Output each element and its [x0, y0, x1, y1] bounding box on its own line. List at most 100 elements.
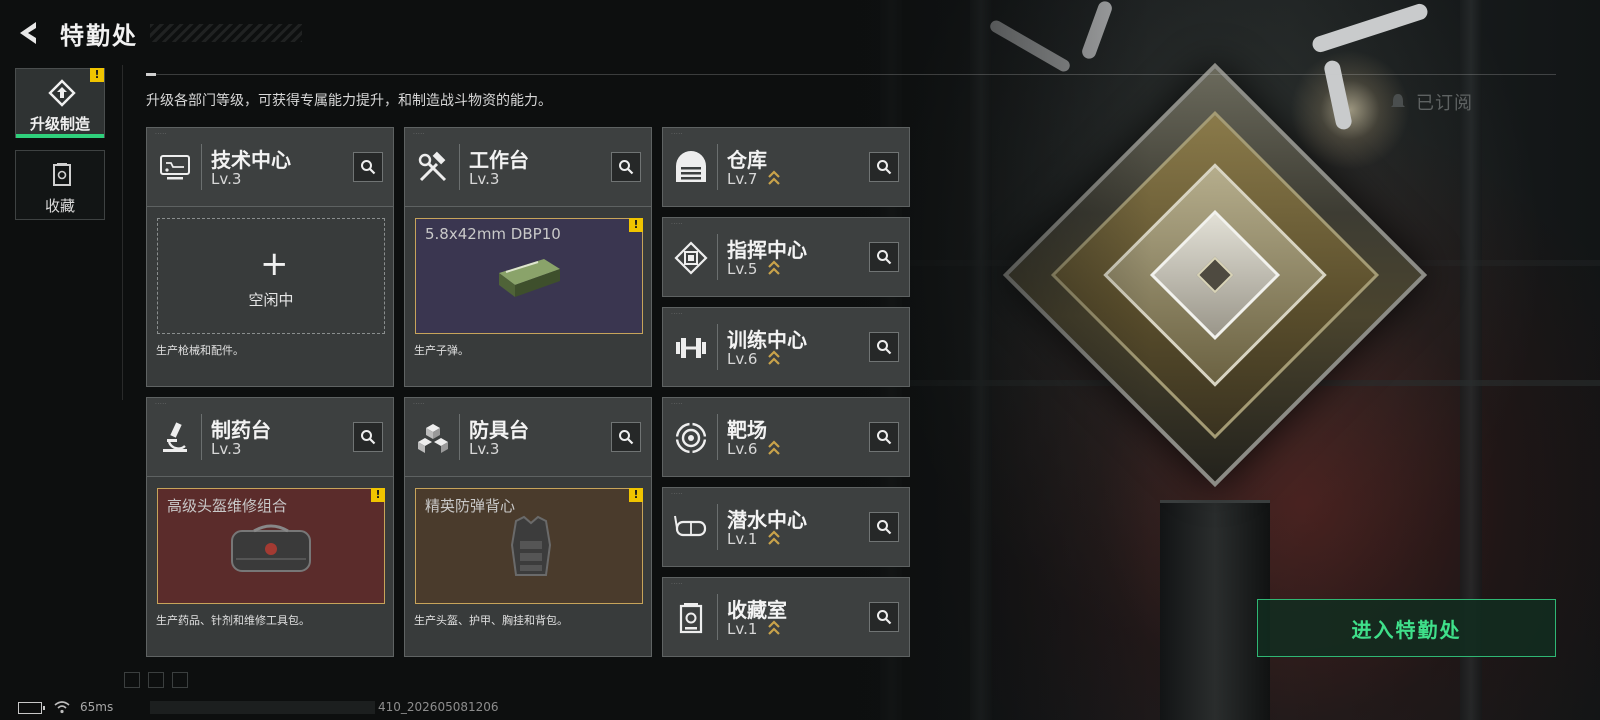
collection-room-icon	[679, 603, 703, 634]
production-slot-item[interactable]: 5.8x42mm DBP10 !	[415, 218, 643, 334]
armor-blocks-icon	[418, 424, 448, 453]
dept-panel-pharmacy: ····· 制药台 Lv.3 高级头盔维修组合 ! 生产药品、针剂和维修工具包。	[146, 397, 394, 657]
search-icon	[877, 430, 892, 445]
dept-panel-tech-center: ····· 技术中心 Lv.3 + 空闲中 生产枪械和配件。	[146, 127, 394, 387]
upgrade-craft-icon	[48, 79, 76, 107]
dept-header-command-center[interactable]: ····· 指挥中心 Lv.5	[662, 217, 910, 297]
search-button[interactable]	[869, 242, 899, 272]
dept-header-pharmacy[interactable]: ····· 制药台 Lv.3	[146, 397, 394, 477]
repair-bag-icon	[231, 524, 311, 572]
search-button[interactable]	[869, 602, 899, 632]
bell-icon	[1391, 94, 1405, 107]
build-id: 410_202605081206	[378, 700, 499, 714]
slot-status: 空闲中	[248, 291, 294, 309]
upgrade-available-icon	[768, 260, 780, 275]
ammo-box-icon	[499, 259, 560, 297]
collection-icon	[53, 163, 71, 186]
search-icon	[619, 430, 634, 445]
item-name: 精英防弹背心	[425, 497, 516, 515]
dept-level: Lv.1	[727, 530, 758, 548]
divider-accent	[146, 73, 156, 76]
enter-special-ops-button[interactable]: 进入特勤处	[1257, 599, 1556, 657]
production-slot-idle[interactable]: + 空闲中	[157, 218, 385, 334]
dept-level: Lv.1	[727, 620, 758, 638]
search-icon	[877, 610, 892, 625]
dept-level: Lv.3	[469, 170, 500, 188]
search-button[interactable]	[869, 152, 899, 182]
dept-name: 工作台	[469, 148, 529, 172]
wifi-icon	[54, 701, 70, 714]
warehouse-icon	[676, 151, 706, 182]
sidebar-item-upgrade-craft[interactable]: ! 升级制造	[15, 68, 105, 138]
back-button[interactable]	[14, 18, 44, 48]
dept-level: Lv.3	[469, 440, 500, 458]
enter-button-label: 进入特勤处	[1351, 618, 1462, 642]
dept-header-collection-room[interactable]: ····· 收藏室 Lv.1	[662, 577, 910, 657]
search-icon	[877, 250, 892, 265]
back-arrow-icon	[20, 22, 36, 44]
search-button[interactable]	[611, 152, 641, 182]
search-button[interactable]	[869, 512, 899, 542]
warning-badge: !	[90, 68, 104, 82]
armor-vest-icon	[510, 515, 552, 576]
sidebar-divider	[122, 65, 123, 400]
dept-description: 生产枪械和配件。	[156, 344, 244, 357]
search-icon	[361, 430, 376, 445]
production-slot-item[interactable]: 精英防弹背心 !	[415, 488, 643, 604]
dept-panel-workbench: ····· 工作台 Lv.3 5.8x42mm DBP10 ! 生产子弹。	[404, 127, 652, 387]
redacted-bar	[150, 701, 375, 714]
warning-badge: !	[629, 218, 643, 232]
dept-header-training-center[interactable]: ····· 训练中心 Lv.6	[662, 307, 910, 387]
search-button[interactable]	[869, 332, 899, 362]
dept-name: 训练中心	[727, 328, 807, 352]
dept-description: 生产头盔、护甲、胸挂和背包。	[414, 614, 568, 627]
subscribed-label[interactable]: 已订阅	[1416, 89, 1473, 115]
wrench-hammer-icon	[418, 151, 447, 182]
production-slot-item[interactable]: 高级头盔维修组合 !	[157, 488, 385, 604]
dept-level: Lv.3	[211, 440, 242, 458]
intro-text: 升级各部门等级，可获得专属能力提升，和制造战斗物资的能力。	[146, 93, 552, 109]
item-name: 高级头盔维修组合	[167, 497, 288, 515]
upgrade-available-icon	[768, 440, 780, 455]
item-name: 5.8x42mm DBP10	[425, 225, 561, 243]
search-button[interactable]	[353, 422, 383, 452]
sidebar-item-label: 收藏	[44, 197, 75, 215]
dept-name: 防具台	[469, 418, 529, 442]
dept-name: 潜水中心	[727, 508, 807, 532]
dept-name: 制药台	[211, 418, 271, 442]
dept-header-armor-bench[interactable]: ····· 防具台 Lv.3	[404, 397, 652, 477]
microscope-icon	[163, 422, 187, 452]
dept-name: 靶场	[727, 418, 767, 442]
dept-header-warehouse[interactable]: ····· 仓库 Lv.7	[662, 127, 910, 207]
dept-level: Lv.5	[727, 260, 758, 278]
search-button[interactable]	[611, 422, 641, 452]
dept-name: 收藏室	[727, 598, 787, 622]
upgrade-available-icon	[768, 170, 780, 185]
dept-name: 指挥中心	[727, 238, 807, 262]
dumbbell-icon	[676, 338, 706, 358]
battery-icon	[18, 702, 45, 714]
target-icon	[674, 421, 708, 455]
ping-readout: 65ms	[80, 700, 114, 714]
search-icon	[877, 160, 892, 175]
diving-mask-icon	[674, 515, 707, 537]
dept-name: 仓库	[727, 148, 767, 172]
dept-description: 生产子弹。	[414, 344, 469, 357]
sidebar-item-collection[interactable]: 收藏	[15, 150, 105, 220]
status-bar: 65ms 410_202605081206	[0, 694, 1600, 720]
title-decor	[150, 24, 302, 42]
upgrade-available-icon	[768, 350, 780, 365]
tech-center-icon	[160, 155, 190, 180]
dept-header-tech-center[interactable]: ····· 技术中心 Lv.3	[146, 127, 394, 207]
add-icon: +	[260, 244, 289, 284]
dept-header-workbench[interactable]: ····· 工作台 Lv.3	[404, 127, 652, 207]
dept-level: Lv.7	[727, 170, 758, 188]
page-title: 特勤处	[60, 22, 138, 50]
search-button[interactable]	[353, 152, 383, 182]
dept-header-shooting-range[interactable]: ····· 靶场 Lv.6	[662, 397, 910, 477]
upgrade-available-icon	[768, 620, 780, 635]
warning-badge: !	[629, 488, 643, 502]
sidebar-item-label: 升级制造	[29, 115, 90, 133]
search-button[interactable]	[869, 422, 899, 452]
dept-header-diving-center[interactable]: ····· 潜水中心 Lv.1	[662, 487, 910, 567]
